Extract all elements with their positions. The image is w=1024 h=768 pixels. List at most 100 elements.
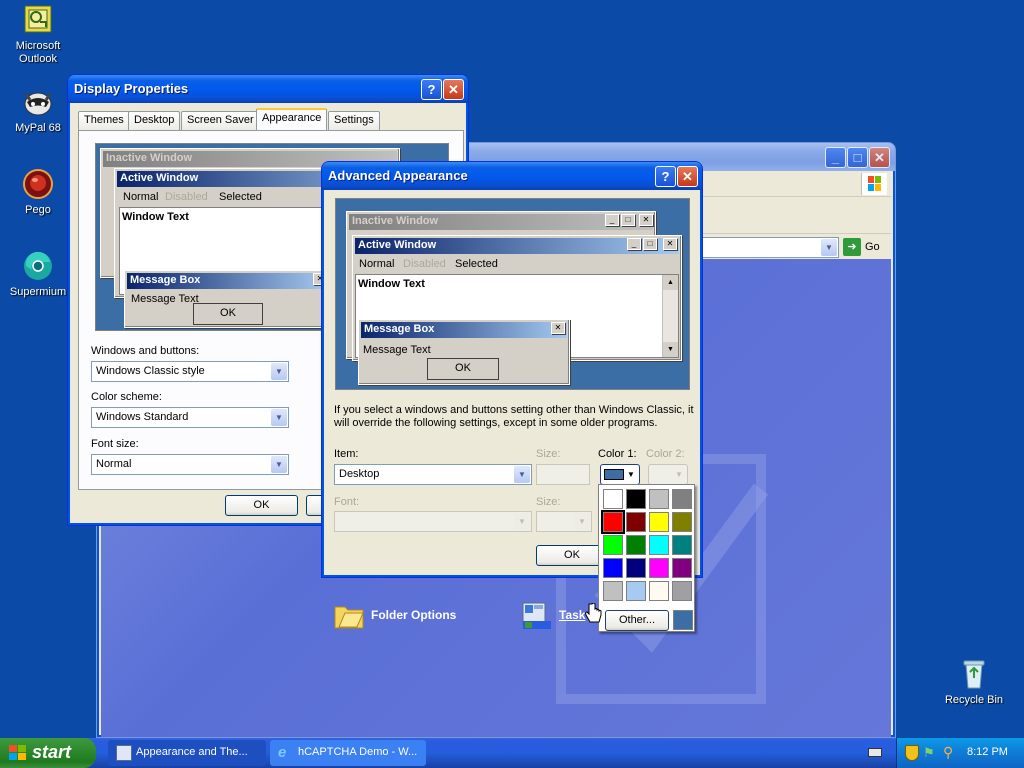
chevron-down-icon: ▼ <box>821 239 837 256</box>
search-icon[interactable]: ⚲ <box>943 744 953 761</box>
close-icon: ✕ <box>663 238 677 250</box>
maximize-icon: □ <box>643 238 657 250</box>
supermium-icon <box>22 250 54 282</box>
keyboard-icon[interactable] <box>868 748 882 757</box>
preview-menu-selected: Selected <box>219 191 262 203</box>
help-button[interactable]: ? <box>421 79 442 100</box>
close-button[interactable]: ✕ <box>869 147 890 168</box>
minimize-icon: _ <box>605 214 619 226</box>
go-arrow-icon: ➜ <box>843 238 861 256</box>
minimize-button[interactable]: _ <box>825 147 846 168</box>
windows-buttons-value: Windows Classic style <box>96 365 205 377</box>
font-size-select[interactable]: Normal ▼ <box>91 454 289 475</box>
font-size-select: ▼ <box>536 511 592 532</box>
color-swatch[interactable] <box>649 581 669 601</box>
color-swatch[interactable] <box>649 558 669 578</box>
color-swatch[interactable] <box>626 535 646 555</box>
color-scheme-value: Windows Standard <box>96 411 189 423</box>
color-swatch[interactable] <box>603 558 623 578</box>
task-hcaptcha-demo[interactable]: e hCAPTCHA Demo - W... <box>270 740 426 766</box>
pego-icon <box>22 168 54 200</box>
folder-options-link[interactable]: Folder Options <box>333 599 493 631</box>
taskbar-start-menu-label: Task <box>559 608 586 622</box>
go-button[interactable]: ➜ Go <box>843 238 887 256</box>
color-palette-popup[interactable]: Other... <box>598 484 695 632</box>
task-appearance-themes[interactable]: Appearance and The... <box>108 740 266 766</box>
chevron-down-icon: ▼ <box>271 456 287 473</box>
color-swatch[interactable] <box>649 489 669 509</box>
desktop-icon-mypal[interactable]: MyPal 68 <box>0 86 76 135</box>
color-swatch[interactable] <box>626 581 646 601</box>
start-button[interactable]: start <box>0 738 96 768</box>
item-value: Desktop <box>339 468 380 480</box>
windows-flag-icon <box>9 745 26 760</box>
color1-button[interactable]: ▼ <box>600 464 640 485</box>
hand-cursor-icon <box>585 603 602 623</box>
chevron-down-icon: ▼ <box>271 409 287 426</box>
custom-color-swatch[interactable] <box>673 610 693 630</box>
folder-options-label: Folder Options <box>371 608 457 622</box>
color-swatch[interactable] <box>672 535 692 555</box>
color-swatch[interactable] <box>603 489 623 509</box>
desktop-icon-supermium[interactable]: Supermium <box>0 250 76 299</box>
address-combo[interactable]: ▼ <box>701 237 839 258</box>
preview-ok-button: OK <box>427 358 499 380</box>
ok-button[interactable]: OK <box>225 495 298 516</box>
color-swatch[interactable] <box>649 535 669 555</box>
font-size-value: Normal <box>96 458 132 470</box>
color-swatch[interactable] <box>626 558 646 578</box>
tab-screen-saver[interactable]: Screen Saver <box>181 111 260 130</box>
tab-themes[interactable]: Themes <box>78 111 130 130</box>
clock[interactable]: 8:12 PM <box>967 746 1008 758</box>
color-swatch[interactable] <box>672 581 692 601</box>
color-swatch[interactable] <box>603 581 623 601</box>
maximize-button[interactable]: □ <box>847 147 868 168</box>
desktop-icon-recycle-bin[interactable]: Recycle Bin <box>936 658 1012 707</box>
close-button[interactable]: ✕ <box>677 166 698 187</box>
windows-buttons-select[interactable]: Windows Classic style ▼ <box>91 361 289 382</box>
desktop-icon-outlook[interactable]: Microsoft Outlook <box>0 4 76 66</box>
tab-appearance[interactable]: Appearance <box>256 108 328 130</box>
security-shield-icon[interactable] <box>905 745 919 761</box>
tab-settings[interactable]: Settings <box>328 111 380 130</box>
close-button[interactable]: ✕ <box>443 79 464 100</box>
go-label: Go <box>865 241 880 253</box>
advanced-appearance-titlebar[interactable]: Advanced Appearance ? ✕ <box>322 162 702 190</box>
color-swatch[interactable] <box>603 535 623 555</box>
window-title: Display Properties <box>74 81 189 96</box>
network-icon[interactable]: ⚑ <box>923 745 939 761</box>
color-scheme-select[interactable]: Windows Standard ▼ <box>91 407 289 428</box>
color-swatch[interactable] <box>672 512 692 532</box>
font-size-label: Size: <box>536 496 561 508</box>
color-swatch[interactable] <box>672 558 692 578</box>
other-colors-button[interactable]: Other... <box>605 610 669 631</box>
chevron-down-icon: ▼ <box>627 470 635 479</box>
color-swatch[interactable] <box>626 512 646 532</box>
item-select[interactable]: Desktop ▼ <box>334 464 532 485</box>
preview-window-text: Window Text <box>122 211 189 223</box>
help-button[interactable]: ? <box>655 166 676 187</box>
display-properties-titlebar[interactable]: Display Properties ? ✕ <box>68 75 468 103</box>
preview-scrollbar: ▲ ▼ <box>662 275 678 357</box>
chevron-down-icon: ▼ <box>271 363 287 380</box>
color1-label: Color 1: <box>598 448 637 460</box>
maximize-icon: □ <box>621 214 635 226</box>
scroll-up-icon: ▲ <box>663 275 678 290</box>
tab-desktop[interactable]: Desktop <box>128 111 181 130</box>
color-swatch[interactable] <box>649 512 669 532</box>
preview-message-box: Message Box ✕ Message Text OK <box>358 319 570 385</box>
color-swatch[interactable] <box>672 489 692 509</box>
task-label: hCAPTCHA Demo - W... <box>298 746 418 758</box>
preview-menu-disabled: Disabled <box>165 191 208 203</box>
color-swatch[interactable] <box>626 489 646 509</box>
color-swatch[interactable] <box>601 510 625 534</box>
font-label: Font: <box>334 496 360 508</box>
desktop-icon-pego[interactable]: Pego <box>0 168 76 217</box>
preview-window-text: Window Text <box>358 278 425 290</box>
recycle-bin-icon <box>958 658 990 690</box>
taskbar: start Appearance and The... e hCAPTCHA D… <box>0 738 1024 768</box>
preview-message-box-title: Message Box <box>361 322 567 338</box>
preview-menu-normal: Normal <box>359 258 395 270</box>
preview-message-text: Message Text <box>131 293 199 305</box>
override-note: If you select a windows and buttons sett… <box>334 404 694 429</box>
